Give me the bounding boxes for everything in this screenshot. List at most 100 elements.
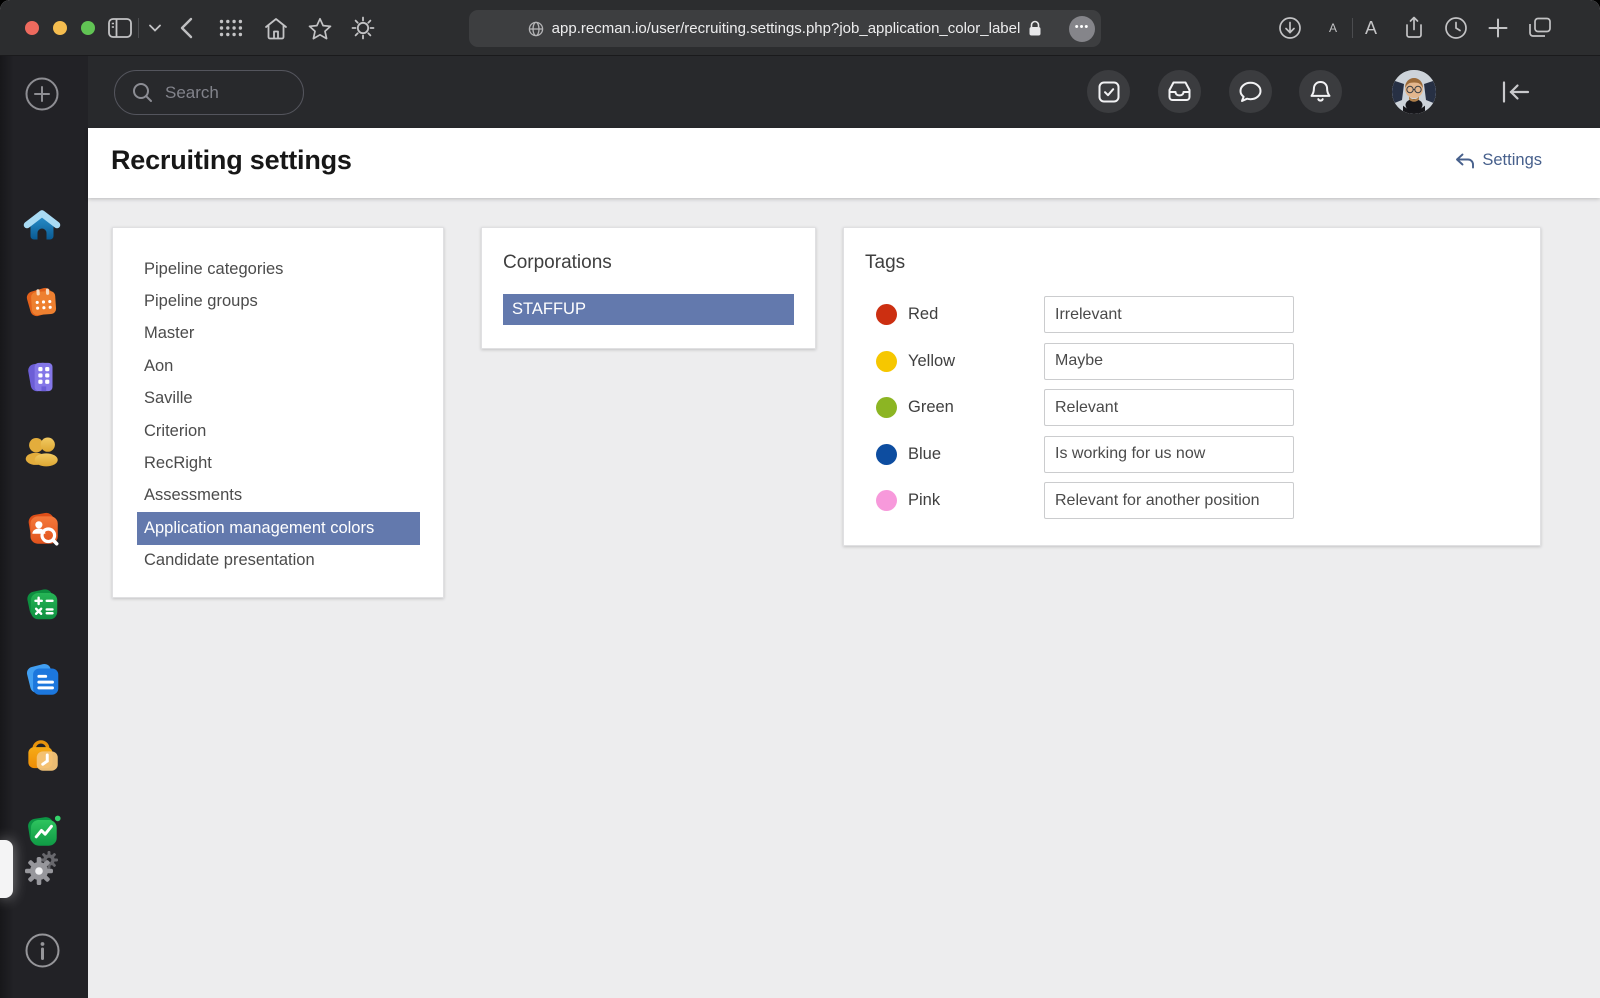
corporations-title: Corporations (503, 252, 792, 274)
chat-icon (1239, 81, 1262, 103)
gear-icon (20, 846, 64, 895)
settings-nav-card: Pipeline categories Pipeline groups Mast… (112, 227, 444, 598)
corporation-item-staffup[interactable]: STAFFUP (503, 294, 794, 325)
collapse-panel-icon[interactable] (1501, 77, 1531, 107)
nav-item-pipeline-groups[interactable]: Pipeline groups (113, 285, 443, 317)
sidebar-item-info[interactable] (20, 931, 64, 975)
sidebar-item-add[interactable] (20, 74, 64, 118)
people-icon (21, 431, 63, 478)
person-search-icon (21, 508, 63, 555)
tasks-icon (1098, 81, 1120, 103)
text-smaller-button[interactable]: A (1319, 14, 1347, 42)
content-area: Pipeline categories Pipeline groups Mast… (88, 198, 1600, 998)
tag-color-label: Green (908, 398, 1044, 417)
nav-item-criterion[interactable]: Criterion (113, 415, 443, 447)
settings-gear-icon[interactable] (349, 14, 377, 42)
notifications-button[interactable] (1299, 70, 1342, 113)
add-icon (24, 76, 60, 117)
nav-item-assessments[interactable]: Assessments (113, 480, 443, 512)
nav-item-master[interactable]: Master (113, 318, 443, 350)
sidebar-item-documents[interactable] (20, 660, 64, 704)
tag-color-label: Blue (908, 445, 1044, 464)
nav-item-candidate-presentation[interactable]: Candidate presentation (113, 545, 443, 577)
site-globe-icon (528, 21, 544, 37)
inbox-icon (1168, 81, 1191, 102)
settings-link-label: Settings (1482, 151, 1542, 170)
zoom-window-button[interactable] (81, 21, 95, 35)
browser-window: app.recman.io/user/recruiting.settings.p… (0, 0, 1600, 998)
url-text: app.recman.io/user/recruiting.settings.p… (552, 20, 1021, 37)
favorites-star-icon[interactable] (306, 14, 334, 42)
back-icon[interactable] (172, 14, 200, 42)
lock-icon (1028, 20, 1042, 37)
sidebar-item-corporations[interactable] (20, 357, 64, 401)
chat-button[interactable] (1229, 70, 1272, 113)
search-icon (132, 82, 153, 103)
red-color-dot (876, 304, 897, 325)
calendar-icon (21, 281, 63, 328)
info-icon (24, 932, 61, 974)
yellow-color-dot (876, 351, 897, 372)
share-icon[interactable] (1400, 14, 1428, 42)
sidebar-item-schedule[interactable] (20, 282, 64, 326)
search-field[interactable] (165, 83, 295, 103)
building-icon (21, 356, 63, 403)
sidebar-toggle-icon[interactable] (106, 14, 134, 42)
address-bar[interactable]: app.recman.io/user/recruiting.settings.p… (469, 10, 1101, 47)
user-avatar[interactable] (1392, 70, 1436, 114)
tag-label-input-green[interactable] (1044, 389, 1294, 426)
tag-color-label: Yellow (908, 352, 1044, 371)
home-icon (21, 206, 63, 251)
text-larger-button[interactable]: A (1357, 14, 1385, 42)
sidebar-item-recruitment-search[interactable] (20, 509, 64, 553)
nav-item-application-management-colors[interactable]: Application management colors (137, 512, 420, 544)
nav-item-pipeline-categories[interactable]: Pipeline categories (113, 253, 443, 285)
tab-overview-icon[interactable] (1526, 14, 1554, 42)
home-icon[interactable] (262, 14, 290, 42)
tag-label-input-blue[interactable] (1044, 436, 1294, 473)
sidebar-item-payroll[interactable] (20, 584, 64, 628)
close-window-button[interactable] (25, 21, 39, 35)
corporations-card: Corporations STAFFUP (481, 227, 816, 349)
tasks-button[interactable] (1087, 70, 1130, 113)
tag-label-input-pink[interactable] (1044, 482, 1294, 519)
back-arrow-icon (1455, 153, 1475, 169)
document-icon (21, 659, 63, 706)
page-title: Recruiting settings (111, 145, 352, 176)
bell-icon (1310, 80, 1331, 103)
downloads-icon[interactable] (1276, 14, 1304, 42)
nav-item-aon[interactable]: Aon (113, 350, 443, 382)
settings-back-link[interactable]: Settings (1455, 151, 1542, 170)
tag-row-yellow: Yellow (876, 343, 1540, 380)
sidebar-item-home[interactable] (20, 206, 64, 250)
app-sidebar (0, 56, 88, 998)
sidebar-item-settings[interactable] (20, 848, 64, 892)
new-tab-icon[interactable] (1484, 14, 1512, 42)
bag-clock-icon (21, 734, 63, 781)
tag-color-label: Red (908, 305, 1044, 324)
page-header: Recruiting settings Settings (88, 128, 1600, 198)
tag-row-red: Red (876, 296, 1540, 333)
more-options-icon[interactable]: ••• (1069, 16, 1095, 42)
tag-color-label: Pink (908, 491, 1044, 510)
search-input[interactable] (114, 70, 304, 115)
tag-row-green: Green (876, 389, 1540, 426)
apps-grid-icon[interactable] (217, 14, 245, 42)
tag-label-input-yellow[interactable] (1044, 343, 1294, 380)
app-topbar (88, 56, 1600, 128)
tags-title: Tags (865, 252, 1540, 274)
inbox-button[interactable] (1158, 70, 1201, 113)
pink-color-dot (876, 490, 897, 511)
nav-item-recright[interactable]: RecRight (113, 447, 443, 479)
sidebar-item-candidates[interactable] (20, 432, 64, 476)
active-item-indicator (0, 840, 13, 898)
tags-card: Tags Red Yellow Green (843, 227, 1541, 546)
minimize-window-button[interactable] (53, 21, 67, 35)
sidebar-item-time-tracking[interactable] (20, 735, 64, 779)
history-icon[interactable] (1442, 14, 1470, 42)
chevron-down-icon[interactable] (141, 14, 169, 42)
tag-label-input-red[interactable] (1044, 296, 1294, 333)
nav-item-saville[interactable]: Saville (113, 383, 443, 415)
tag-row-pink: Pink (876, 482, 1540, 519)
browser-chrome: app.recman.io/user/recruiting.settings.p… (0, 0, 1600, 56)
